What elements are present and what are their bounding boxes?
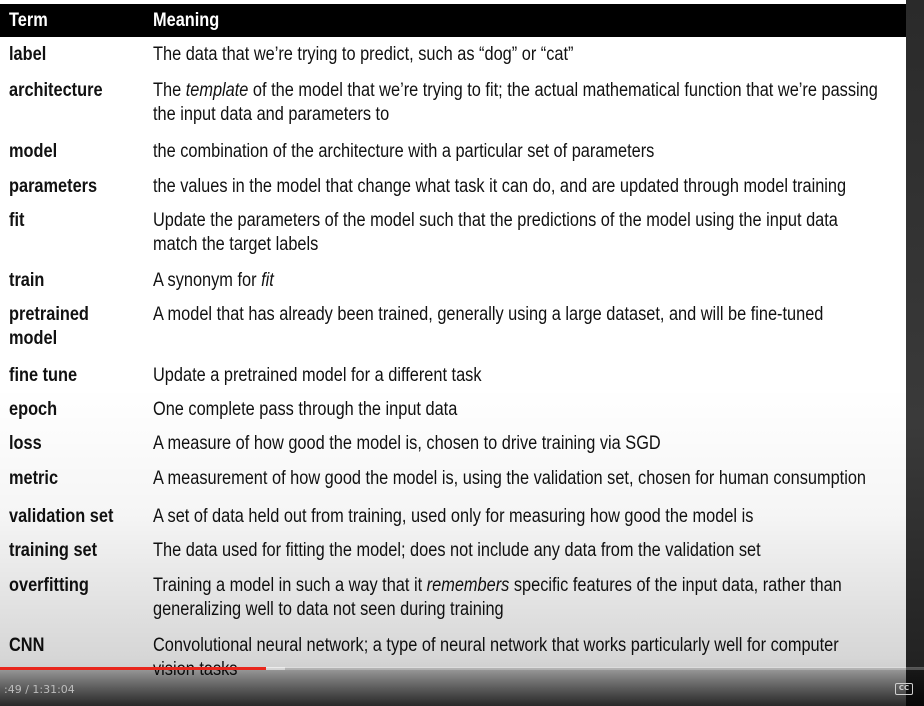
term-cell: overfitting (9, 575, 89, 596)
term-cell: train (9, 270, 45, 291)
term-cell: parameters (9, 176, 98, 197)
meaning-cell: A measurement of how good the model is, … (153, 468, 867, 489)
term-cell: loss (9, 433, 42, 454)
term-cell: label (9, 44, 47, 65)
meaning-cell: A model that has already been trained, g… (153, 304, 824, 325)
term-cell: CNN (9, 635, 45, 656)
time-display: :49 / 1:31:04 (4, 683, 75, 696)
progress-played (0, 667, 267, 670)
player-edge (906, 0, 924, 706)
term-cell: training set (9, 540, 98, 561)
meaning-cell: The data used for fitting the model; doe… (153, 540, 761, 561)
meaning-cell: A synonym for fit (153, 270, 274, 291)
term-cell: fit (9, 210, 25, 231)
header-meaning: Meaning (153, 10, 220, 31)
meaning-cell: The template of the model that we’re try… (153, 80, 878, 125)
meaning-cell: One complete pass through the input data (153, 399, 458, 420)
player-controls (0, 668, 924, 706)
term-cell: validation set (9, 506, 114, 527)
meaning-cell: A measure of how good the model is, chos… (153, 433, 661, 454)
captions-icon[interactable]: CC (895, 683, 913, 695)
term-cell: metric (9, 468, 59, 489)
video-frame[interactable]: Term Meaning label The data that we’re t… (0, 0, 906, 706)
meaning-cell: Update a pretrained model for a differen… (153, 365, 482, 386)
meaning-cell: the combination of the architecture with… (153, 141, 655, 162)
meaning-cell: the values in the model that change what… (153, 176, 847, 197)
term-cell: architecture (9, 80, 103, 101)
table-header: Term Meaning (0, 4, 906, 37)
progress-bar[interactable] (0, 667, 924, 670)
meaning-cell: Update the parameters of the model such … (153, 210, 838, 255)
header-term: Term (9, 10, 48, 31)
term-cell: pretrained model (9, 304, 89, 349)
term-cell: model (9, 141, 58, 162)
term-cell: fine tune (9, 365, 78, 386)
meaning-cell: The data that we’re trying to predict, s… (153, 44, 574, 65)
meaning-cell: A set of data held out from training, us… (153, 506, 754, 527)
term-cell: epoch (9, 399, 58, 420)
meaning-cell: Training a model in such a way that it r… (153, 575, 842, 620)
